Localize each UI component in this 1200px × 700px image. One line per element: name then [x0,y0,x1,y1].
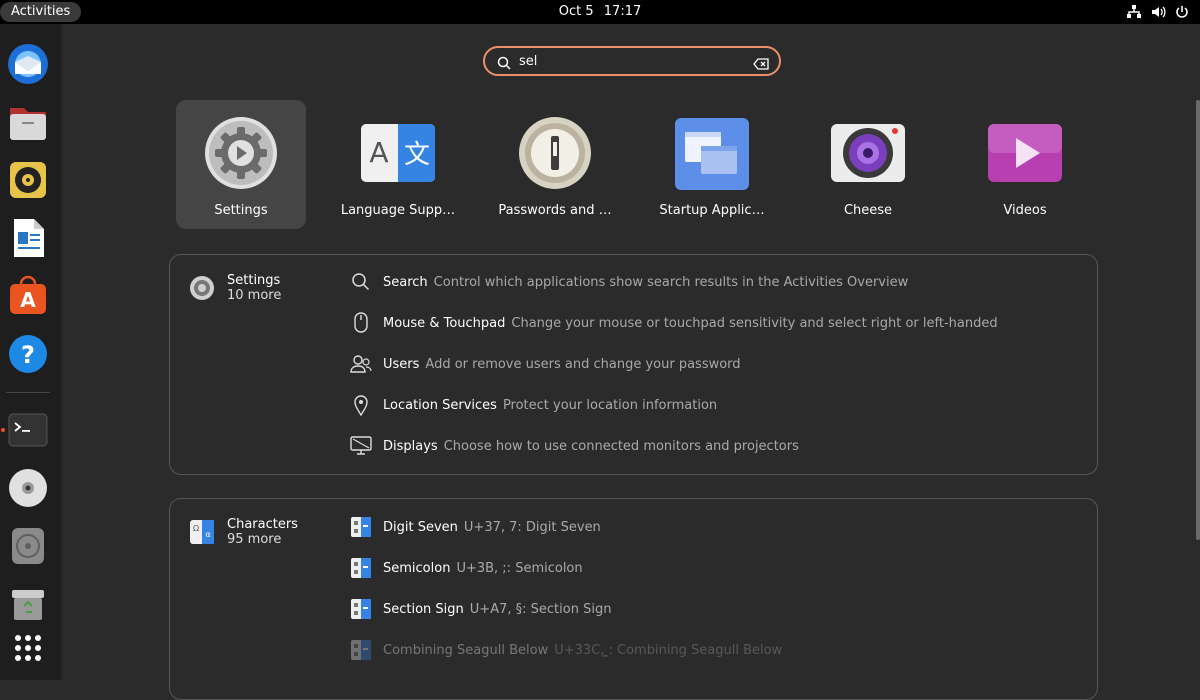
results-scrollbar[interactable] [1196,100,1200,540]
result-title: Combining Seagull Below [383,642,549,658]
result-row-location-services[interactable]: Location Services Protect your location … [350,393,717,417]
app-cheese[interactable]: Cheese [803,100,933,229]
character-icon [350,598,372,620]
svg-text:文: 文 [404,140,430,170]
provider-more-count: 95 more [227,532,282,547]
result-row-mouse-touchpad[interactable]: Mouse & Touchpad Change your mouse or to… [350,311,998,335]
help-icon[interactable]: ? [6,332,50,376]
system-menu[interactable] [1126,4,1190,24]
result-description: Choose how to use connected monitors and… [443,438,799,454]
trash-icon[interactable] [6,582,50,626]
svg-text:?: ? [21,341,35,369]
volume-icon [1150,4,1166,24]
result-title: Displays [383,438,438,454]
app-label: Startup Applic… [659,203,765,218]
dock: A ? [0,24,62,680]
provider-name: Characters [227,517,298,532]
character-icon [350,516,372,538]
top-bar: Activities Oct 5 17:17 [0,0,1200,24]
app-label: Passwords and … [498,203,612,218]
result-title: Users [383,356,420,372]
app-language-support[interactable]: A文 Language Supp… [333,100,463,229]
result-description: Protect your location information [502,397,718,413]
disc-icon[interactable] [6,466,50,510]
passwords-icon [518,116,592,190]
time-label: 17:17 [603,4,642,19]
network-icon [1126,4,1142,24]
result-row-combining-seagull-below[interactable]: Combining Seagull Below U+33C, ̼: Combin… [350,638,782,662]
result-description: U+37, 7: Digit Seven [463,519,601,535]
result-title: Location Services [383,397,497,413]
files-icon[interactable] [6,100,50,144]
app-label: Cheese [843,203,893,218]
cheese-icon [831,116,905,190]
location-icon [350,394,372,416]
app-startup-applications[interactable]: Startup Applic… [647,100,777,229]
users-icon [350,353,372,375]
settings-provider[interactable]: Settings 10 more [189,273,281,303]
result-row-displays[interactable]: Displays Choose how to use connected mon… [350,434,799,458]
display-icon [350,435,372,457]
search-icon [497,55,511,74]
svg-text:A: A [369,136,388,169]
settings-results-panel: Settings 10 more Search Control which ap… [169,254,1098,475]
characters-icon: Ωα [189,519,215,545]
result-row-section-sign[interactable]: Section Sign U+A7, §: Section Sign [350,597,611,621]
mouse-icon [350,312,372,334]
result-title: Search [383,274,428,290]
result-description: Control which applications show search r… [433,274,909,290]
thunderbird-icon[interactable] [6,42,50,86]
app-settings[interactable]: Settings [176,100,306,229]
provider-name: Settings [227,273,281,288]
search-icon [350,271,372,293]
disc-drive-icon[interactable] [6,524,50,568]
result-description: U+A7, §: Section Sign [469,601,612,617]
search-box[interactable] [483,46,781,76]
terminal-icon[interactable] [6,408,50,452]
power-icon [1174,4,1190,24]
result-row-semicolon[interactable]: Semicolon U+3B, ;: Semicolon [350,556,583,580]
provider-more-count: 10 more [227,288,282,303]
dock-separator [6,392,50,393]
svg-text:Ω: Ω [193,524,199,533]
character-icon [350,639,372,661]
character-icon [350,557,372,579]
clear-icon[interactable] [753,55,769,74]
app-passwords[interactable]: Passwords and … [490,100,620,229]
result-row-search[interactable]: Search Control which applications show s… [350,270,908,294]
result-title: Digit Seven [383,519,458,535]
settings-icon [204,116,278,190]
running-indicator [1,428,5,432]
app-label: Settings [214,203,268,218]
characters-results-panel: Ωα Characters 95 more Digit Seven U+37, … [169,498,1098,700]
date-label: Oct 5 [558,4,594,19]
result-title: Section Sign [383,601,464,617]
settings-icon [189,275,215,301]
characters-provider[interactable]: Ωα Characters 95 more [189,517,298,547]
libreoffice-writer-icon[interactable] [6,216,50,260]
language-support-icon: A文 [361,116,435,190]
result-title: Semicolon [383,560,451,576]
app-videos[interactable]: Videos [960,100,1090,229]
app-label: Videos [1003,203,1047,218]
result-description: U+33C, ̼: Combining Seagull Below [554,642,783,658]
svg-text:α: α [205,530,210,539]
result-row-digit-seven[interactable]: Digit Seven U+37, 7: Digit Seven [350,515,601,539]
rhythmbox-icon[interactable] [6,158,50,202]
result-title: Mouse & Touchpad [383,315,506,331]
app-label: Language Supp… [340,203,456,218]
result-description: Change your mouse or touchpad sensitivit… [511,315,998,331]
result-description: Add or remove users and change your pass… [425,356,741,372]
search-input[interactable] [519,51,729,71]
show-apps-icon[interactable] [6,628,50,672]
svg-text:A: A [20,288,36,312]
clock[interactable]: Oct 5 17:17 [0,0,1200,24]
videos-icon [988,116,1062,190]
result-row-users[interactable]: Users Add or remove users and change you… [350,352,741,376]
startup-applications-icon [675,116,749,190]
result-description: U+3B, ;: Semicolon [456,560,583,576]
software-icon[interactable]: A [6,274,50,318]
